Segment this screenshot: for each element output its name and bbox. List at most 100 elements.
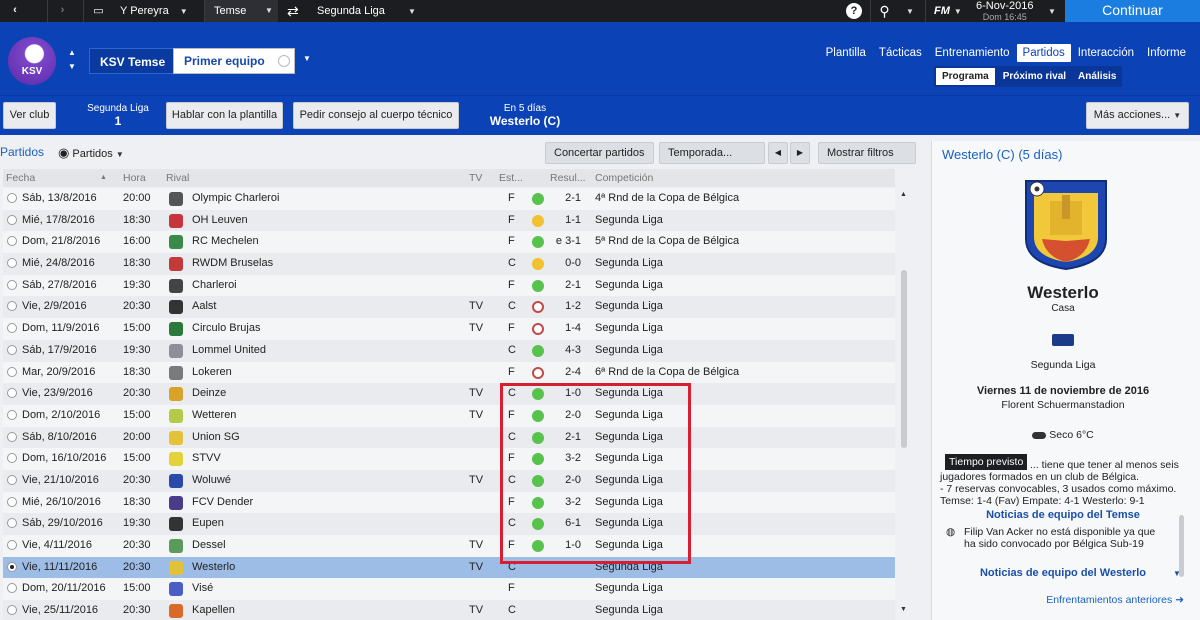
club-tab[interactable]: Temse ▼ [204, 0, 278, 22]
row-radio[interactable] [7, 496, 17, 507]
rival-name[interactable]: Kapellen [192, 600, 235, 620]
nav-tacticas[interactable]: Tácticas [873, 44, 928, 62]
row-radio[interactable] [7, 605, 17, 616]
competition[interactable]: Segunda Liga [595, 340, 663, 362]
row-radio[interactable] [7, 583, 17, 594]
table-row[interactable]: Dom, 2/10/2016 15:00 Wetteren TV F 2-0 Segunda… [3, 404, 895, 427]
table-row[interactable]: Vie, 25/11/2016 20:30 Kapellen TV C Segunda L… [3, 600, 895, 620]
match-result[interactable]: 0-0 [553, 253, 581, 275]
panel-title[interactable]: Westerlo (C) (5 días) [942, 147, 1062, 162]
team-name-button[interactable]: KSV Temse [89, 48, 176, 74]
match-result[interactable]: 2-0 [553, 405, 581, 427]
competition[interactable]: 6ª Rnd de la Copa de Bélgica [595, 362, 739, 384]
competition[interactable]: Segunda Liga [595, 275, 663, 297]
nav-interaccion[interactable]: Interacción [1072, 44, 1140, 62]
col-date[interactable]: Fecha [6, 172, 35, 184]
competition[interactable]: 5ª Rnd de la Copa de Bélgica [595, 231, 739, 253]
competition[interactable]: Segunda Liga [595, 405, 663, 427]
table-row[interactable]: Vie, 21/10/2016 20:30 Woluwé TV C 2-0 Segunda … [3, 469, 895, 492]
table-row[interactable]: Sáb, 13/8/2016 20:00 Olympic Charleroi F 2-1… [3, 188, 895, 210]
search-icon[interactable]: ⚲ [870, 0, 898, 22]
row-radio[interactable] [7, 409, 17, 420]
row-radio[interactable] [7, 279, 17, 290]
competition-name[interactable]: Segunda Liga [932, 359, 1194, 371]
rival-name[interactable]: Lommel United [192, 340, 266, 362]
opponent-name[interactable]: Westerlo [932, 283, 1194, 303]
row-radio[interactable] [7, 258, 17, 269]
season-selector[interactable]: Temporada... [659, 142, 765, 164]
table-row[interactable]: Sáb, 27/8/2016 19:30 Charleroi F 2-1 Segunda … [3, 274, 895, 297]
scroll-up-icon[interactable]: ▲ [900, 191, 907, 198]
competition[interactable]: Segunda Liga [595, 318, 663, 340]
match-result[interactable]: 3-2 [553, 448, 581, 470]
prev-season-button[interactable]: ◀ [768, 142, 788, 164]
match-result[interactable]: 3-2 [553, 492, 581, 514]
rival-name[interactable]: Westerlo [192, 557, 235, 579]
table-row[interactable]: Sáb, 29/10/2016 19:30 Eupen C 6-1 Segunda Lig… [3, 513, 895, 535]
table-row[interactable]: Mié, 24/8/2016 18:30 RWDM Bruselas C 0-0 Segu… [3, 253, 895, 275]
row-radio[interactable] [7, 540, 17, 550]
nav-partidos[interactable]: Partidos [1016, 44, 1071, 62]
match-result[interactable]: 1-1 [553, 210, 581, 232]
talk-squad-button[interactable]: Hablar con la plantilla [166, 102, 283, 129]
col-time[interactable]: Hora [123, 172, 146, 184]
competition[interactable]: 4ª Rnd de la Copa de Bélgica [595, 188, 739, 210]
rival-name[interactable]: Deinze [192, 383, 226, 405]
rival-name[interactable]: Lokeren [192, 362, 232, 384]
row-radio[interactable] [7, 236, 17, 247]
westerlo-news-header[interactable]: Noticias de equipo del Westerlo [932, 567, 1194, 579]
rival-name[interactable]: Eupen [192, 513, 224, 535]
rival-name[interactable]: Circulo Brujas [192, 318, 260, 340]
temse-news-item[interactable]: ◍ Filip Van Acker no está disponible ya … [946, 526, 1186, 550]
club-crest[interactable]: KSV [8, 37, 56, 85]
competition[interactable]: Segunda Liga [595, 253, 663, 275]
rival-name[interactable]: Aalst [192, 296, 216, 318]
competition[interactable]: Segunda Liga [595, 383, 663, 405]
stadium-name[interactable]: Florent Schuermanstadion [932, 399, 1194, 411]
competition[interactable]: Segunda Liga [595, 296, 663, 318]
rival-name[interactable]: OH Leuven [192, 210, 248, 232]
ask-staff-button[interactable]: Pedir consejo al cuerpo técnico [293, 102, 459, 129]
nav-plantilla[interactable]: Plantilla [820, 44, 872, 62]
table-row[interactable]: Sáb, 8/10/2016 20:00 Union SG C 2-1 Segunda L… [3, 426, 895, 449]
date-caret-icon[interactable]: ▼ [1048, 0, 1056, 22]
rival-name[interactable]: Charleroi [192, 275, 237, 297]
league-position[interactable]: Segunda Liga 1 [76, 102, 160, 128]
table-row[interactable]: Dom, 16/10/2016 15:00 STVV F 3-2 Segunda Liga [3, 448, 895, 470]
table-row[interactable]: Dom, 21/8/2016 16:00 RC Mechelen Fe 3-1 5ª R… [3, 231, 895, 254]
match-result[interactable]: 2-4 [553, 362, 581, 384]
col-competition[interactable]: Competición [595, 172, 653, 184]
rival-name[interactable]: Wetteren [192, 405, 236, 427]
match-result[interactable]: 1-0 [553, 535, 581, 557]
scroll-thumb[interactable] [901, 270, 907, 448]
more-actions-button[interactable]: Más acciones... ▼ [1086, 102, 1189, 129]
row-radio[interactable] [7, 388, 17, 399]
rival-name[interactable]: RWDM Bruselas [192, 253, 273, 275]
match-result[interactable]: 6-1 [553, 513, 581, 535]
match-result[interactable]: 1-4 [553, 318, 581, 340]
match-result[interactable]: 1-2 [553, 296, 581, 318]
fm-logo[interactable]: FM ▼ [925, 0, 965, 22]
match-result[interactable]: 2-0 [553, 470, 581, 492]
col-status[interactable]: Est... [499, 172, 523, 184]
show-filters-button[interactable]: Mostrar filtros [818, 142, 916, 164]
row-radio[interactable] [7, 301, 17, 312]
competition[interactable]: Segunda Liga [595, 427, 663, 449]
row-radio[interactable] [7, 214, 17, 225]
temse-news-header[interactable]: Noticias de equipo del Temse [932, 509, 1194, 521]
match-result[interactable]: e 3-1 [553, 231, 581, 253]
arrange-matches-button[interactable]: Concertar partidos [545, 142, 654, 164]
scroll-down-icon[interactable]: ▼ [900, 606, 907, 613]
manager-menu[interactable]: Y Pereyra ▼ [120, 0, 188, 22]
row-radio[interactable] [7, 474, 17, 485]
competition[interactable]: Segunda Liga [595, 557, 663, 579]
table-row[interactable]: Mié, 26/10/2016 18:30 FCV Dender F 3-2 Segund… [3, 491, 895, 514]
row-radio[interactable] [7, 323, 17, 334]
row-radio[interactable] [7, 344, 17, 355]
forward-arrow-icon[interactable]: › [47, 0, 77, 22]
match-result[interactable]: 2-1 [553, 427, 581, 449]
row-radio[interactable] [7, 518, 17, 529]
match-result[interactable]: 2-1 [553, 275, 581, 297]
match-result[interactable]: 2-1 [553, 188, 581, 210]
match-result[interactable]: 4-3 [553, 340, 581, 362]
